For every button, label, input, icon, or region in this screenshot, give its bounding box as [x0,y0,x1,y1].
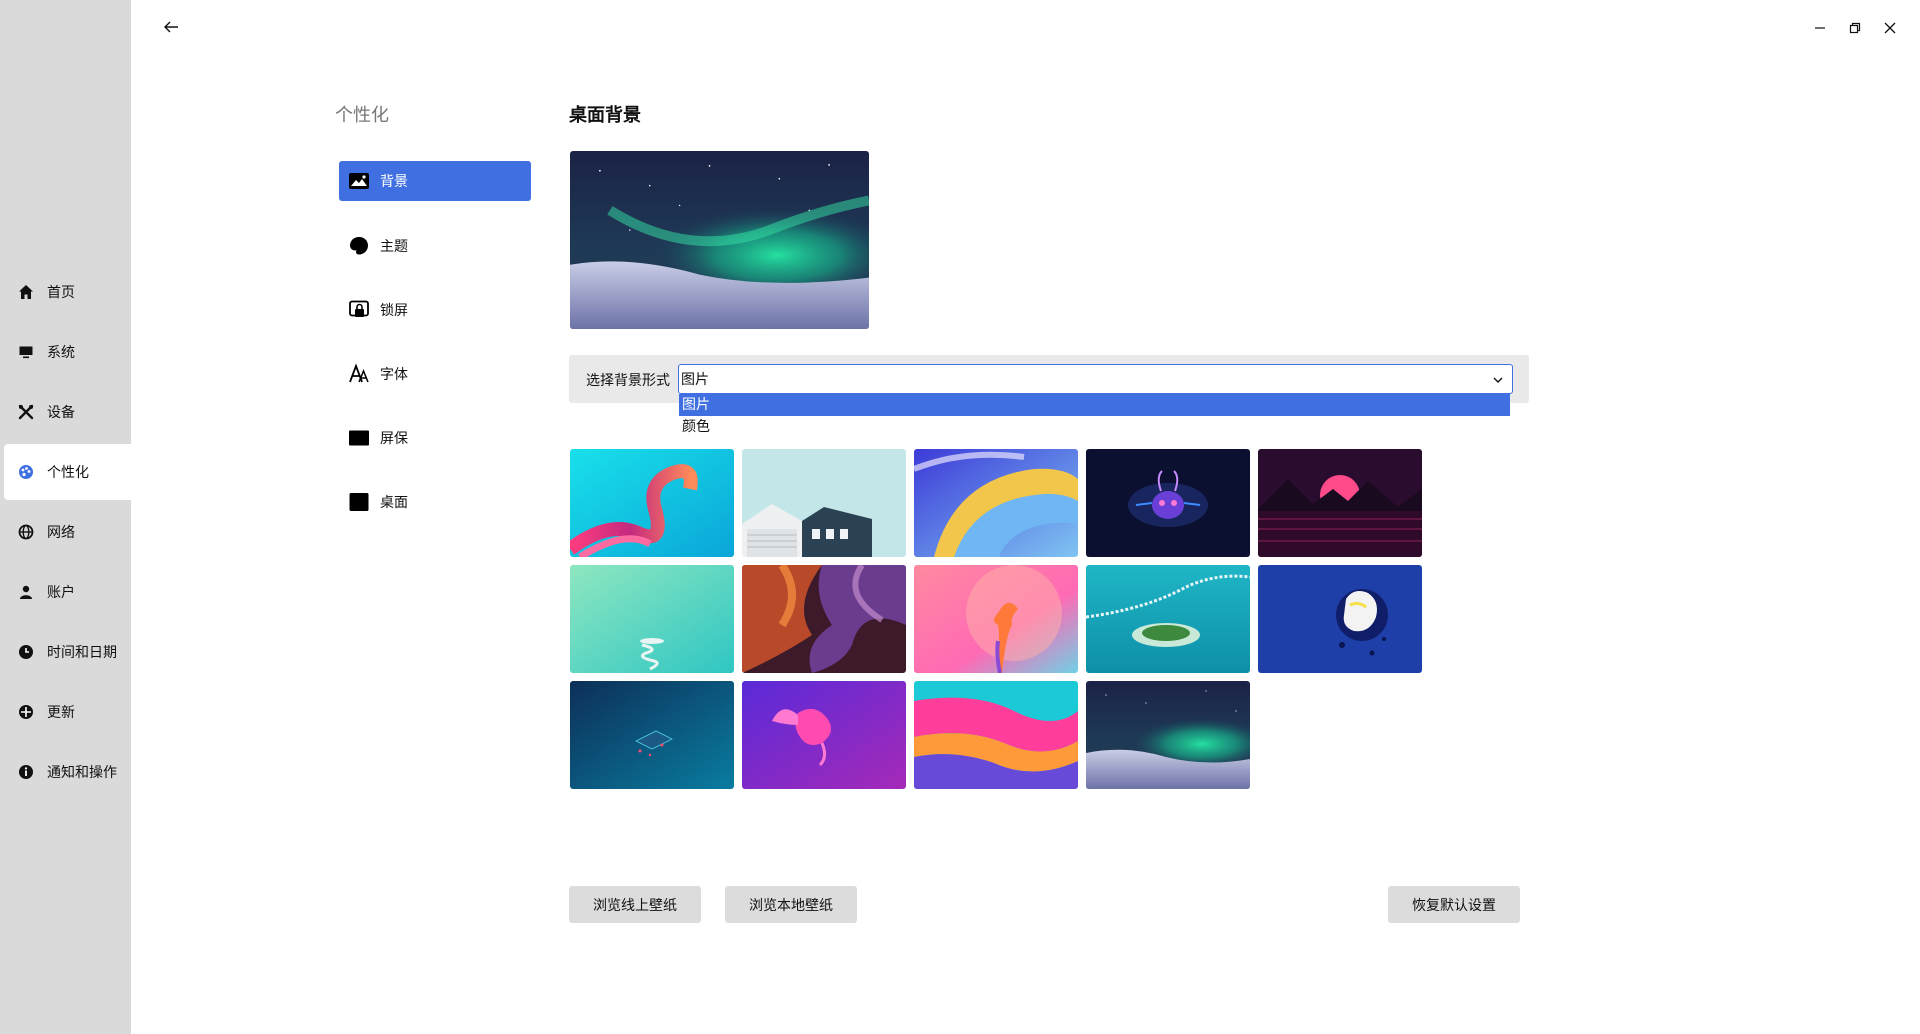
wallpaper-thumb-pink-sunset-mountains[interactable] [1258,449,1422,557]
subnav-item-label: 桌面 [380,495,408,511]
subnav-item-lockscreen[interactable]: 锁屏 [339,290,531,330]
wallpaper-thumb-purple-goldfish[interactable] [742,681,906,789]
subnav-item-label: 字体 [380,367,408,383]
sidebar-item-home[interactable]: 首页 [4,264,131,320]
globe-icon [17,523,35,541]
wallpaper-thumb-cyan-pink-ribbon[interactable] [570,449,734,557]
browse-local-wallpapers-button[interactable]: 浏览本地壁纸 [725,886,857,923]
home-icon [17,283,35,301]
reset-default-button[interactable]: 恢复默认设置 [1388,886,1520,923]
sidebar-item-label: 设备 [47,405,75,421]
tools-icon [17,403,35,421]
image-icon [348,170,370,192]
minimize-button[interactable] [1807,16,1833,42]
sidebar-item-label: 网络 [47,525,75,541]
subnav-item-screensaver[interactable]: 屏保 [339,418,531,458]
subnav-item-label: 屏保 [380,431,408,447]
font-icon [348,363,370,385]
background-mode-dropdown: 图片 颜色 [679,394,1510,440]
back-arrow-icon [163,19,179,39]
lockscreen-icon [348,299,370,321]
sidebar-item-label: 账户 [47,585,75,601]
dropdown-option-color[interactable]: 颜色 [679,416,1510,438]
sidebar-item-network[interactable]: 网络 [4,504,131,560]
wallpaper-thumb-aurora-night[interactable] [1086,681,1250,789]
sidebar-item-personalization[interactable]: 个性化 [4,444,131,500]
background-mode-label: 选择背景形式 [586,373,670,389]
wallpaper-thumb-mint-green-spiral[interactable] [570,565,734,673]
wallpaper-thumb-blue-yellow-swirl[interactable] [914,449,1078,557]
monitor-icon [17,343,35,361]
subnav-item-theme[interactable]: 主题 [339,226,531,266]
sidebar-item-devices[interactable]: 设备 [4,384,131,440]
sidebar-item-account[interactable]: 账户 [4,564,131,620]
subnav-item-label: 背景 [380,174,408,190]
wallpaper-preview [570,151,869,329]
sidebar-item-update[interactable]: 更新 [4,684,131,740]
sidebar-item-label: 通知和操作 [47,765,117,781]
wallpaper-thumb-white-houses[interactable] [742,449,906,557]
section-title: 个性化 [335,105,389,126]
category-sidebar: 首页 系统 设备 个性化 网络 账户 时间和日期 更新 通知和操作 [0,0,131,1034]
close-icon [1883,20,1897,39]
wallpaper-thumb-dark-teal-isometric[interactable] [570,681,734,789]
restore-icon [1848,20,1862,39]
sidebar-item-label: 时间和日期 [47,645,117,661]
palette-icon [17,463,35,481]
wallpaper-thumb-pink-teal-wave[interactable] [914,681,1078,789]
sidebar-item-label: 系统 [47,345,75,361]
wallpaper-thumb-blue-dragon[interactable] [1258,565,1422,673]
desktop-icon [348,491,370,513]
subnav-item-font[interactable]: 字体 [339,354,531,394]
background-mode-select[interactable]: 图片 [678,364,1513,394]
close-button[interactable] [1877,16,1903,42]
theme-icon [348,235,370,257]
back-button[interactable] [158,16,184,42]
page-title: 桌面背景 [569,105,641,126]
user-icon [17,583,35,601]
sidebar-item-system[interactable]: 系统 [4,324,131,380]
wallpaper-thumb-canyon-rock[interactable] [742,565,906,673]
browse-online-wallpapers-button[interactable]: 浏览线上壁纸 [569,886,701,923]
subnav-item-label: 主题 [380,239,408,255]
subnav-item-desktop[interactable]: 桌面 [339,482,531,522]
info-icon [17,763,35,781]
wallpaper-thumb-coral-flower[interactable] [914,565,1078,673]
chevron-down-icon [1492,374,1504,386]
sidebar-item-datetime[interactable]: 时间和日期 [4,624,131,680]
wallpaper-thumb-glowing-creature[interactable] [1086,449,1250,557]
sidebar-item-label: 个性化 [47,465,89,481]
clock-icon [17,643,35,661]
sidebar-item-label: 首页 [47,285,75,301]
background-mode-value: 图片 [681,372,709,388]
sidebar-item-notifications[interactable]: 通知和操作 [4,744,131,800]
sidebar-item-label: 更新 [47,705,75,721]
update-icon [17,703,35,721]
dropdown-option-picture[interactable]: 图片 [679,394,1510,416]
wallpaper-thumb-island-aerial[interactable] [1086,565,1250,673]
restore-button[interactable] [1842,16,1868,42]
minimize-icon [1813,20,1827,39]
screensaver-icon [348,427,370,449]
subnav-item-background[interactable]: 背景 [339,161,531,201]
subnav-item-label: 锁屏 [380,303,408,319]
